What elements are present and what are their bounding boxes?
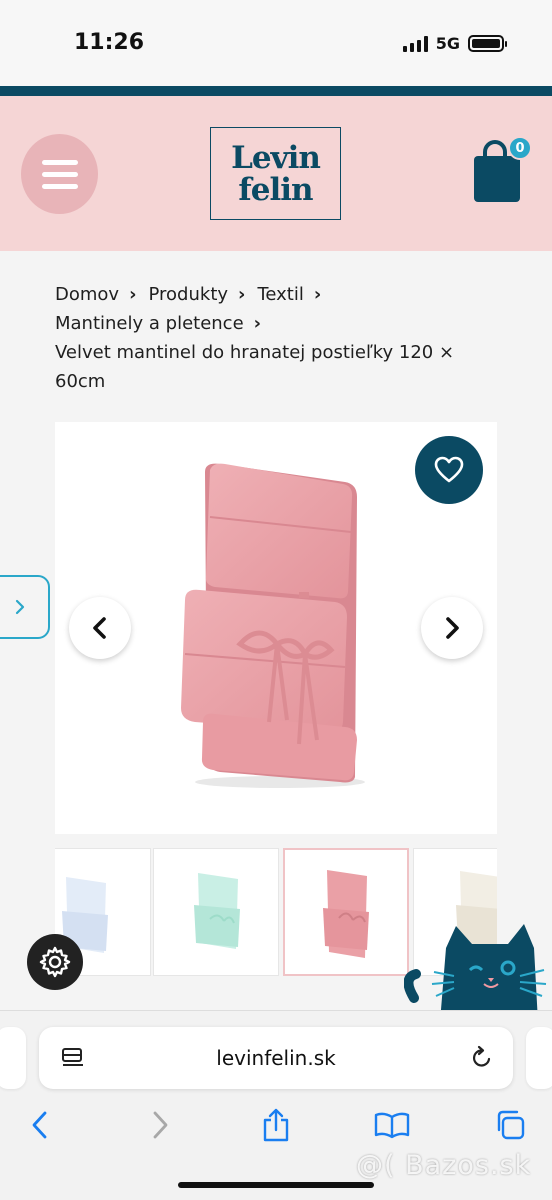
site-header: Levin felin 0	[0, 96, 552, 251]
chevron-right-icon: ›	[253, 313, 262, 334]
share-icon	[263, 1108, 289, 1142]
next-tab-peek[interactable]	[526, 1027, 552, 1089]
back-button[interactable]	[20, 1105, 60, 1145]
cookie-settings-button[interactable]	[27, 934, 83, 990]
status-time: 11:26	[74, 30, 145, 55]
bookmarks-icon	[374, 1112, 410, 1139]
chevron-right-icon: ›	[238, 284, 246, 305]
previous-tab-peek[interactable]	[0, 1027, 26, 1089]
breadcrumb-link-products[interactable]: Produkty	[149, 280, 229, 309]
menu-button[interactable]	[21, 134, 98, 214]
breadcrumb-link-textile[interactable]: Textil	[257, 280, 303, 309]
thumbnail-mint[interactable]	[153, 848, 279, 976]
chat-cat-mascot-icon[interactable]	[403, 918, 552, 1022]
cart-count-badge: 0	[508, 136, 532, 160]
breadcrumb-link-bumpers[interactable]: Mantinely a pletence	[55, 309, 244, 338]
logo-line-1: Levin	[231, 139, 321, 176]
logo-line-2: felin	[238, 171, 313, 208]
breadcrumb-current: Velvet mantinel do hranatej postieľky 12…	[55, 342, 455, 363]
network-label: 5G	[435, 34, 460, 53]
chevron-right-icon	[446, 617, 459, 639]
status-bar: 11:26 5G	[0, 0, 552, 88]
url-text: levinfelin.sk	[216, 1046, 336, 1070]
chevron-right-icon	[15, 599, 25, 615]
breadcrumb: Domov › Produkty › Textil › Mantinely a …	[55, 280, 495, 396]
chevron-right-icon: ›	[129, 284, 137, 305]
bookmarks-button[interactable]	[372, 1105, 412, 1145]
chevron-right-icon: ›	[313, 284, 322, 305]
back-icon	[32, 1111, 47, 1139]
status-icons: 5G	[402, 34, 507, 53]
signal-icon	[402, 35, 428, 52]
battery-icon	[468, 35, 507, 52]
header-stripe	[0, 86, 552, 96]
gallery-prev-button[interactable]	[69, 597, 131, 659]
thumbnail-pink[interactable]	[283, 848, 409, 976]
forward-button[interactable]	[140, 1105, 180, 1145]
side-panel-toggle[interactable]	[0, 575, 50, 639]
home-indicator[interactable]	[178, 1182, 374, 1188]
reader-icon[interactable]	[61, 1047, 85, 1069]
menu-icon	[41, 159, 78, 165]
reload-icon[interactable]	[469, 1045, 495, 1071]
cart-button[interactable]: 0	[472, 136, 532, 204]
wishlist-button[interactable]	[415, 436, 483, 504]
breadcrumb-link-home[interactable]: Domov	[55, 280, 119, 309]
chevron-left-icon	[93, 617, 106, 639]
tabs-button[interactable]	[490, 1105, 530, 1145]
gallery-next-button[interactable]	[421, 597, 483, 659]
site-logo[interactable]: Levin felin	[210, 127, 341, 220]
browser-toolbar	[0, 1105, 552, 1145]
tabs-icon	[497, 1110, 525, 1140]
watermark-text: @( Bazos.sk	[356, 1150, 532, 1181]
gear-icon	[39, 946, 71, 978]
breadcrumb-current-cont: 60cm	[55, 371, 106, 392]
address-bar[interactable]: levinfelin.sk	[39, 1027, 513, 1089]
share-button[interactable]	[256, 1105, 296, 1145]
shopping-bag-icon	[474, 156, 520, 202]
forward-icon	[153, 1111, 168, 1139]
heart-icon	[434, 456, 464, 483]
